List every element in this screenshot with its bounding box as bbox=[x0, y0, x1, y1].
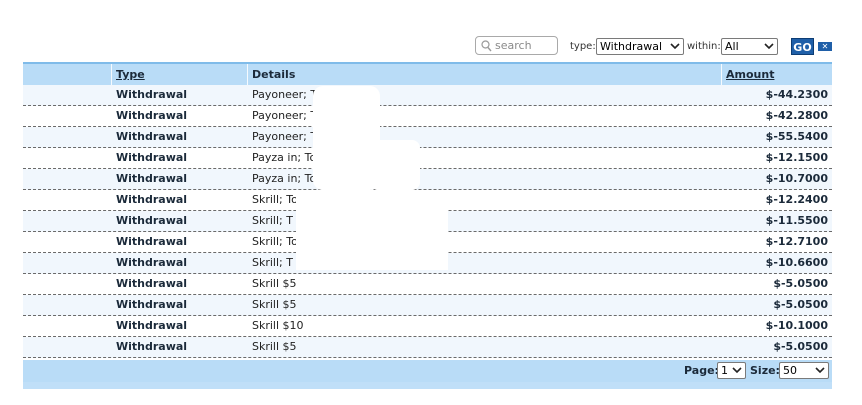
search-icon bbox=[481, 40, 492, 52]
size-select-value: 50 bbox=[783, 364, 797, 377]
row-details: Skrill $5 bbox=[252, 340, 297, 353]
go-button[interactable]: GO bbox=[791, 38, 814, 55]
column-header-amount[interactable]: Amount bbox=[726, 64, 774, 85]
row-type: Withdrawal bbox=[116, 340, 188, 353]
table-row[interactable]: Withdrawal Payoneer; To: $-55.5400 bbox=[23, 127, 832, 148]
table-row[interactable]: Withdrawal Payza in; To: l.com $-12.1500 bbox=[23, 148, 832, 169]
type-label: type: bbox=[570, 41, 596, 52]
table-row[interactable]: Withdrawal Skrill $5 $-5.0500 bbox=[23, 295, 832, 316]
row-type: Withdrawal bbox=[116, 88, 188, 101]
filter-toolbar: search type: Withdrawal within: All GO ✕ bbox=[0, 0, 862, 60]
redaction-mask bbox=[370, 140, 420, 190]
row-type: Withdrawal bbox=[116, 172, 188, 185]
row-amount: $-42.2800 bbox=[765, 109, 828, 122]
within-select-value: All bbox=[725, 40, 739, 53]
column-divider bbox=[721, 64, 722, 85]
footer-bar bbox=[23, 382, 832, 389]
type-select-value: Withdrawal bbox=[600, 40, 663, 53]
row-type: Withdrawal bbox=[116, 214, 188, 227]
size-label: Size: bbox=[750, 364, 780, 377]
close-icon: ✕ bbox=[821, 42, 829, 51]
table-row[interactable]: Withdrawal Payoneer; To: $-44.2300 bbox=[23, 85, 832, 106]
table-row[interactable]: Withdrawal Payza in; To: om $-10.7000 bbox=[23, 169, 832, 190]
column-divider bbox=[111, 64, 112, 85]
row-type: Withdrawal bbox=[116, 298, 188, 311]
column-divider bbox=[247, 64, 248, 85]
redaction-mask bbox=[296, 190, 448, 270]
row-amount: $-5.0500 bbox=[773, 340, 828, 353]
row-amount: $-44.2300 bbox=[765, 88, 828, 101]
chevron-down-icon bbox=[670, 43, 680, 50]
table-row[interactable]: Withdrawal Skrill $5 $-5.0500 bbox=[23, 274, 832, 295]
page-select-value: 1 bbox=[721, 364, 728, 377]
chevron-down-icon bbox=[732, 367, 742, 374]
row-details: Skrill $10 bbox=[252, 319, 304, 332]
chevron-down-icon bbox=[815, 367, 825, 374]
row-amount: $-10.7000 bbox=[765, 172, 828, 185]
row-type: Withdrawal bbox=[116, 193, 188, 206]
type-select[interactable]: Withdrawal bbox=[596, 38, 684, 55]
row-amount: $-12.7100 bbox=[765, 235, 828, 248]
row-type: Withdrawal bbox=[116, 130, 188, 143]
row-type: Withdrawal bbox=[116, 151, 188, 164]
within-label: within: bbox=[687, 41, 721, 52]
row-amount: $-12.2400 bbox=[765, 193, 828, 206]
row-type: Withdrawal bbox=[116, 277, 188, 290]
table-row[interactable]: Withdrawal Payoneer; To: $-42.2800 bbox=[23, 106, 832, 127]
column-header-details: Details bbox=[252, 68, 296, 81]
table-footer: Page: 1 Size: 50 bbox=[23, 360, 832, 382]
clear-filter-button[interactable]: ✕ bbox=[818, 42, 832, 51]
column-header-type[interactable]: Type bbox=[116, 64, 145, 85]
chevron-down-icon bbox=[764, 43, 774, 50]
table-header: Type Details Amount bbox=[23, 62, 832, 85]
row-amount: $-5.0500 bbox=[773, 277, 828, 290]
row-amount: $-5.0500 bbox=[773, 298, 828, 311]
within-select[interactable]: All bbox=[721, 38, 778, 55]
row-type: Withdrawal bbox=[116, 256, 188, 269]
row-type: Withdrawal bbox=[116, 235, 188, 248]
row-amount: $-11.5500 bbox=[765, 214, 828, 227]
row-type: Withdrawal bbox=[116, 319, 188, 332]
row-amount: $-10.6600 bbox=[765, 256, 828, 269]
row-amount: $-12.1500 bbox=[765, 151, 828, 164]
row-amount: $-10.1000 bbox=[765, 319, 828, 332]
search-placeholder: search bbox=[495, 39, 532, 52]
page-label: Page: bbox=[684, 364, 719, 377]
search-input[interactable]: search bbox=[475, 36, 558, 55]
row-type: Withdrawal bbox=[116, 109, 188, 122]
size-select[interactable]: 50 bbox=[779, 362, 829, 379]
table-row[interactable]: Withdrawal Skrill $5 $-5.0500 bbox=[23, 337, 832, 358]
row-details: Skrill $5 bbox=[252, 277, 297, 290]
table-row[interactable]: Withdrawal Skrill $10 $-10.1000 bbox=[23, 316, 832, 337]
page-select[interactable]: 1 bbox=[717, 362, 746, 379]
row-details: Skrill $5 bbox=[252, 298, 297, 311]
row-amount: $-55.5400 bbox=[765, 130, 828, 143]
